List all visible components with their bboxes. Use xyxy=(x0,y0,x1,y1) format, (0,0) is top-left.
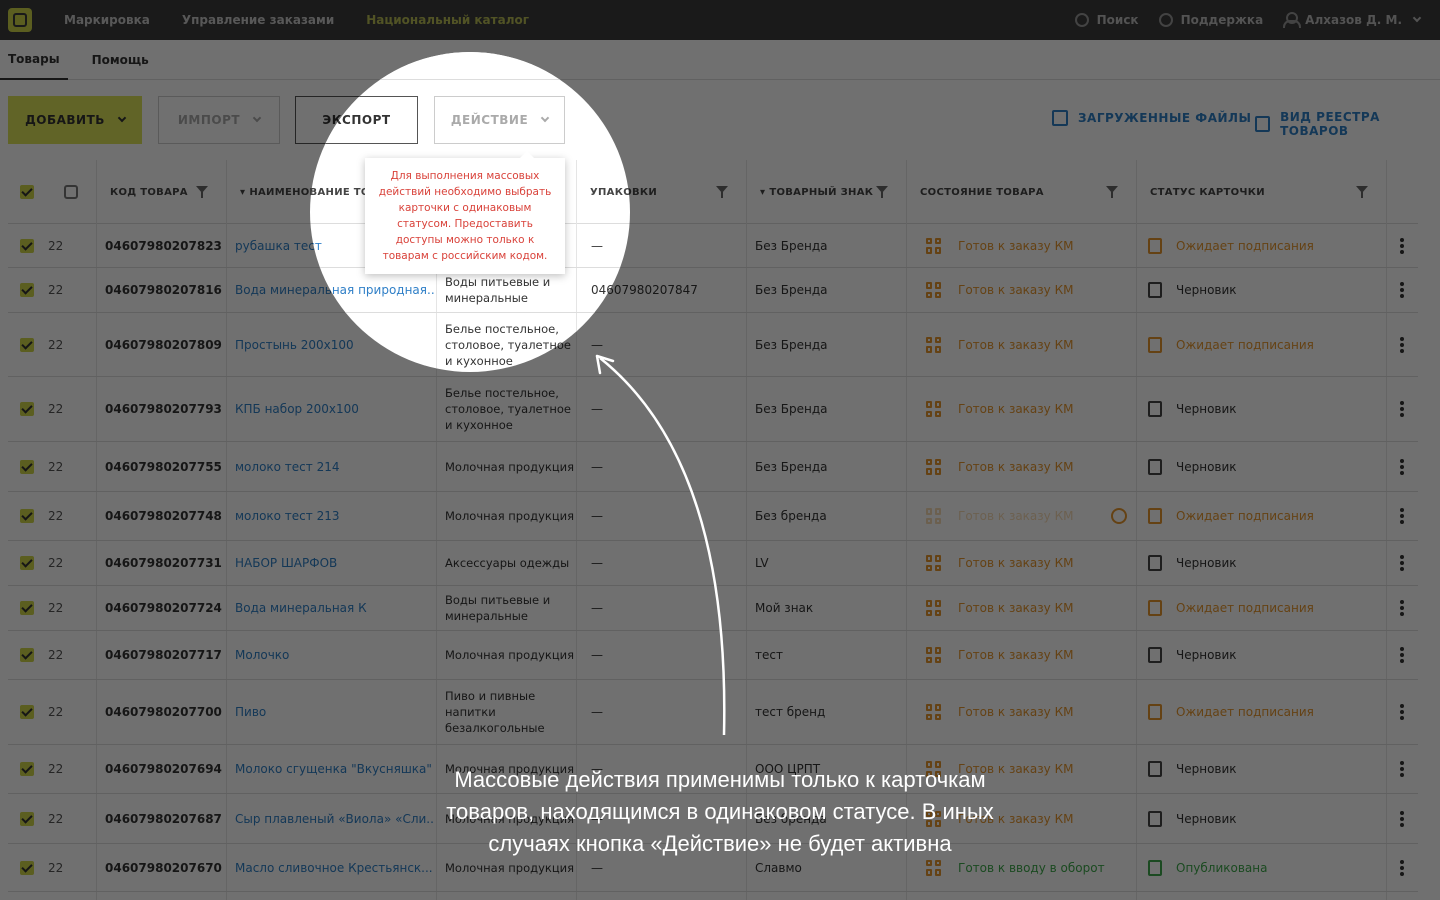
caption: Массовые действия применимы только к кар… xyxy=(446,767,994,856)
